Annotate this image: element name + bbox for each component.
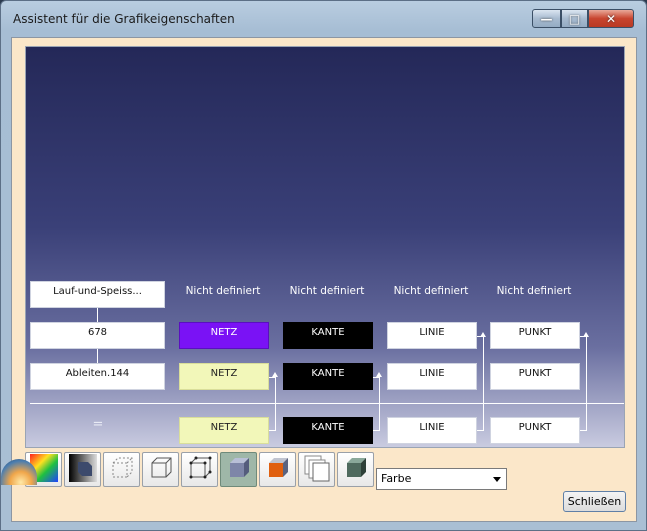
dropdown-value: Farbe xyxy=(381,472,412,485)
connector-line xyxy=(97,308,98,322)
cell-label: PUNKT xyxy=(518,422,552,433)
equals-symbol: = xyxy=(92,417,104,432)
node-label: Ableiten.144 xyxy=(65,368,130,379)
node-678[interactable]: 678 xyxy=(30,322,165,349)
undefined-label-netz: Nicht definiert xyxy=(185,285,261,297)
cell-linie-row1[interactable]: LINIE xyxy=(387,322,477,349)
wireframe-cube-icon xyxy=(146,453,176,487)
connector-line xyxy=(269,377,275,378)
undefined-label-linie: Nicht definiert xyxy=(393,285,469,297)
cell-netz-row2[interactable]: NETZ xyxy=(179,363,269,390)
orange-face-cube-button[interactable] xyxy=(259,452,296,487)
vertex-cube-button[interactable] xyxy=(181,452,218,487)
maximize-button[interactable]: □ xyxy=(561,9,588,28)
node-ableiten-144[interactable]: Ableiten.144 xyxy=(30,363,165,390)
cell-punkt-result[interactable]: PUNKT xyxy=(490,417,580,444)
cell-label: KANTE xyxy=(311,368,345,379)
cell-label: PUNKT xyxy=(518,368,552,379)
minimize-button[interactable]: — xyxy=(532,9,561,28)
client-area: Lauf-und-Speiss... Nicht definiert Nicht… xyxy=(11,37,637,522)
cell-label: NETZ xyxy=(210,327,238,338)
graph-viewport[interactable]: Lauf-und-Speiss... Nicht definiert Nicht… xyxy=(25,46,625,448)
layers-button[interactable] xyxy=(298,452,335,487)
title-bar[interactable]: Assistent für die Grafikeigenschaften — … xyxy=(1,1,646,37)
cell-kante-row1[interactable]: KANTE xyxy=(283,322,373,349)
solid-cube-icon xyxy=(341,453,371,487)
close-window-button[interactable]: ✕ xyxy=(588,9,634,28)
cell-linie-row2[interactable]: LINIE xyxy=(387,363,477,390)
shaded-cube-icon xyxy=(224,453,254,487)
cell-label: KANTE xyxy=(311,422,345,433)
connector-line xyxy=(580,336,586,337)
property-type-dropdown[interactable]: Farbe xyxy=(376,468,507,490)
close-button-label: Schließen xyxy=(567,495,622,508)
cell-netz-result[interactable]: NETZ xyxy=(179,417,269,444)
cell-label: LINIE xyxy=(419,422,445,433)
solid-cube-button[interactable] xyxy=(337,452,374,487)
connector-line xyxy=(373,377,379,378)
dotted-cube-button[interactable] xyxy=(103,452,140,487)
node-lauf-und-speiss[interactable]: Lauf-und-Speiss... xyxy=(30,281,165,308)
wireframe-cube-button[interactable] xyxy=(142,452,179,487)
node-label: 678 xyxy=(87,327,108,338)
cell-kante-result[interactable]: KANTE xyxy=(283,417,373,444)
graphic-properties-wizard-window: Assistent für die Grafikeigenschaften — … xyxy=(0,0,647,531)
vertex-cube-icon xyxy=(185,453,215,487)
cell-label: KANTE xyxy=(311,327,345,338)
minimize-icon: — xyxy=(540,11,553,26)
connector-line xyxy=(97,349,98,363)
layers-icon xyxy=(302,453,332,487)
dotted-cube-icon xyxy=(107,453,137,487)
cell-linie-result[interactable]: LINIE xyxy=(387,417,477,444)
cell-netz-row1[interactable]: NETZ xyxy=(179,322,269,349)
cell-label: PUNKT xyxy=(518,327,552,338)
connector-line xyxy=(379,376,380,431)
cell-label: NETZ xyxy=(210,368,238,379)
undefined-label-punkt: Nicht definiert xyxy=(496,285,572,297)
cell-punkt-row1[interactable]: PUNKT xyxy=(490,322,580,349)
maximize-icon: □ xyxy=(568,11,581,26)
gradient-cube-button[interactable] xyxy=(64,452,101,487)
connector-line xyxy=(477,336,483,337)
close-icon: ✕ xyxy=(605,11,617,26)
shaded-cube-button[interactable] xyxy=(220,452,257,487)
close-button[interactable]: Schließen xyxy=(563,491,626,512)
cell-label: LINIE xyxy=(419,327,445,338)
connector-line xyxy=(586,336,587,431)
chevron-down-icon xyxy=(493,477,501,482)
cell-punkt-row2[interactable]: PUNKT xyxy=(490,363,580,390)
gradient-cube-icon xyxy=(68,453,98,487)
cell-label: NETZ xyxy=(210,422,238,433)
connector-line xyxy=(483,336,484,431)
orange-face-cube-icon xyxy=(263,453,293,487)
cell-label: LINIE xyxy=(419,368,445,379)
connector-line xyxy=(275,376,276,431)
node-label: Lauf-und-Speiss... xyxy=(53,286,142,297)
cell-kante-row2[interactable]: KANTE xyxy=(283,363,373,390)
window-title: Assistent für die Grafikeigenschaften xyxy=(13,12,235,26)
separator-line xyxy=(30,403,624,404)
undefined-label-kante: Nicht definiert xyxy=(289,285,365,297)
